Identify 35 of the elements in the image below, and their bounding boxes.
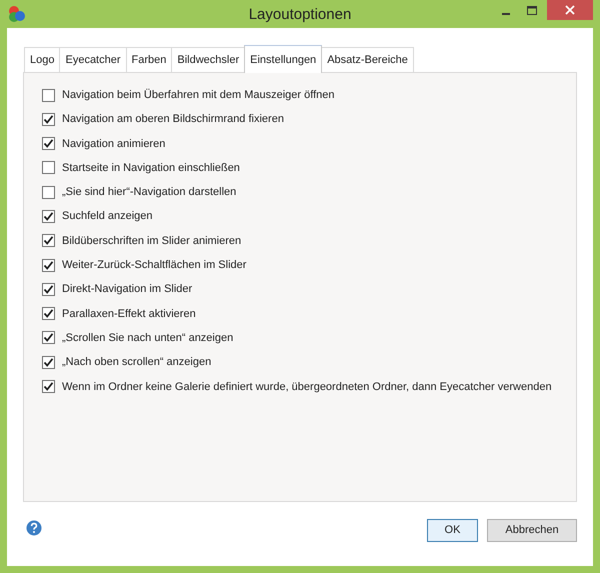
- checkbox[interactable]: [42, 186, 55, 199]
- help-icon[interactable]: [26, 520, 42, 536]
- checkbox[interactable]: [42, 356, 55, 369]
- checkbox-label[interactable]: Navigation animieren: [62, 138, 166, 150]
- checkbox[interactable]: [42, 380, 55, 394]
- tab[interactable]: Absatz-Bereiche: [321, 47, 414, 72]
- checkbox-label[interactable]: Navigation am oberen Bildschirmrand fixieren: [62, 113, 284, 126]
- checkbox-label[interactable]: Direkt-Navigation im Slider: [62, 283, 192, 296]
- checkbox[interactable]: [42, 210, 55, 223]
- checkbox-label[interactable]: Bildüberschriften im Slider animieren: [62, 234, 242, 247]
- app-icon: [8, 5, 26, 23]
- checkbox-label[interactable]: Weiter-Zurück-Schaltflächen im Slider: [62, 259, 246, 272]
- checkbox[interactable]: [42, 137, 55, 150]
- checkbox-label[interactable]: „Sie sind hier“-Navigation darstellen: [62, 186, 236, 198]
- checkbox-label[interactable]: Parallaxen-Effekt aktivieren: [62, 308, 196, 320]
- window-title: Layoutoptionen: [248, 6, 352, 23]
- checkbox[interactable]: [42, 234, 55, 248]
- checkbox[interactable]: [42, 331, 55, 344]
- checkbox[interactable]: [42, 282, 55, 296]
- checkbox[interactable]: [42, 307, 55, 320]
- dialog-button[interactable]: Abbrechen: [487, 518, 577, 542]
- checkbox[interactable]: [42, 258, 55, 272]
- tab[interactable]: Logo: [24, 47, 60, 72]
- checkbox-label[interactable]: Suchfeld anzeigen: [62, 210, 153, 222]
- checkbox[interactable]: [42, 112, 55, 126]
- checkbox[interactable]: [42, 88, 55, 102]
- checkbox-label[interactable]: Startseite in Navigation einschließen: [62, 162, 240, 174]
- dialog-button[interactable]: OK: [427, 518, 478, 542]
- checkbox-label[interactable]: „Scrollen Sie nach unten“ anzeigen: [62, 332, 234, 344]
- close-icon[interactable]: [547, 0, 593, 20]
- checkbox[interactable]: [42, 161, 55, 174]
- tab[interactable]: Einstellungen: [244, 45, 322, 73]
- checkbox-label[interactable]: Navigation beim Überfahren mit dem Mauszeiger öffnen: [62, 89, 334, 101]
- checkbox-label[interactable]: Wenn im Ordner keine Galerie definiert wurde, übergeordneten Ordner, dann Eyecatcher verwenden: [62, 380, 552, 393]
- checkbox-label[interactable]: „Nach oben scrollen“ anzeigen: [62, 356, 212, 368]
